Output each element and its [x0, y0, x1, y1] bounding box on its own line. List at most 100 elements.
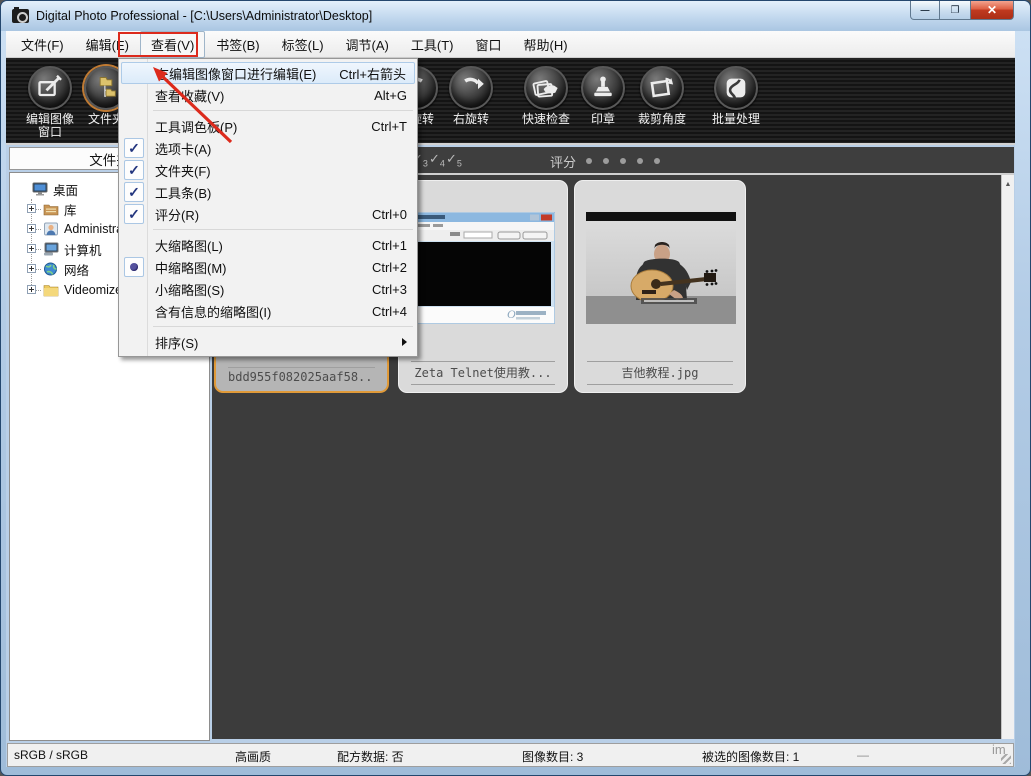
crop-angle-button[interactable]: 裁剪角度: [632, 64, 692, 142]
titlebar: Digital Photo Professional - [C:\Users\A…: [1, 1, 1030, 31]
checkmark-icon: [124, 182, 144, 202]
status-quality: 高画质: [235, 748, 271, 765]
menu-adjust[interactable]: 调节(A): [335, 31, 400, 58]
window-controls: [910, 1, 1014, 20]
tree-item-label: 计算机: [64, 240, 102, 259]
tree-item-computer[interactable]: 计算机: [43, 239, 102, 259]
batch-process-icon: [722, 74, 750, 102]
menu-help[interactable]: 帮助(H): [513, 31, 579, 58]
thumbnail-card[interactable]: 吉他教程.jpg: [574, 180, 746, 393]
libraries-icon: [43, 202, 59, 216]
menu-item-thumbnail-with-info[interactable]: 含有信息的缩略图(I) Ctrl+4: [121, 300, 415, 322]
check-mark-5[interactable]: ✓5: [446, 151, 463, 169]
edit-image-window-button[interactable]: 编辑图像 窗口: [21, 64, 79, 142]
close-button[interactable]: [970, 1, 1014, 20]
submenu-arrow-icon: [402, 338, 407, 346]
rotate-right-button[interactable]: 右旋转: [443, 64, 499, 142]
thumbnail-filename: 吉他教程.jpg: [587, 361, 733, 385]
menu-item-large-thumbnail[interactable]: 大缩略图(L) Ctrl+1: [121, 234, 415, 256]
tree-item-videomize[interactable]: Videomize: [43, 280, 122, 300]
stamp-icon: [589, 74, 617, 102]
menu-bookmark[interactable]: 书签(B): [205, 31, 270, 58]
desktop-icon: [32, 182, 48, 196]
statusbar: sRGB / sRGB 高画质 配方数据: 否 图像数目: 3 被选的图像数目:…: [7, 743, 1014, 767]
vertical-scrollbar[interactable]: ▲: [1001, 175, 1014, 739]
thumbnail-filename: bdd955f082025aaf58...: [228, 367, 375, 384]
menu-item-edit-in-edit-window[interactable]: 在编辑图像窗口进行编辑(E) Ctrl+右箭头: [121, 62, 415, 84]
status-selected-count: 被选的图像数目: 1: [702, 748, 799, 765]
client-area: 文件(F) 编辑(E) 查看(V) 书签(B) 标签(L) 调节(A) 工具(T…: [6, 31, 1015, 767]
shortcut-label: Ctrl+T: [371, 119, 407, 134]
expand-toggle-computer[interactable]: [27, 244, 36, 253]
thumbnail-filename: Zeta Telnet使用教...: [411, 361, 555, 385]
shortcut-label: Ctrl+4: [372, 304, 407, 319]
shortcut-label: Ctrl+2: [372, 260, 407, 275]
rating-label: 评分: [550, 152, 576, 171]
rating-dot[interactable]: [603, 158, 609, 164]
radio-dot-icon: [124, 257, 144, 277]
thumbnail-card[interactable]: O Zeta Telnet使用教...: [398, 180, 568, 393]
folders-icon: [92, 74, 120, 102]
menu-item-rating[interactable]: 评分(R) Ctrl+0: [121, 203, 415, 225]
menu-item-medium-thumbnail[interactable]: 中缩略图(M) Ctrl+2: [121, 256, 415, 278]
computer-icon: [43, 242, 59, 256]
status-color-space: sRGB / sRGB: [14, 748, 88, 762]
shortcut-label: Alt+G: [374, 88, 407, 103]
menu-item-toolbar[interactable]: 工具条(B): [121, 181, 415, 203]
folder-icon: [43, 283, 59, 297]
checkmark-icon: [124, 138, 144, 158]
red-annotation-box: [118, 32, 198, 57]
tree-item-label: 网络: [64, 260, 89, 279]
expand-toggle-videomize[interactable]: [27, 285, 36, 294]
rotate-right-icon: [457, 74, 485, 102]
status-image-count: 图像数目: 3: [522, 748, 583, 765]
checkmark-icon: [124, 160, 144, 180]
expand-toggle-libraries[interactable]: [27, 204, 36, 213]
rating-dot[interactable]: [586, 158, 592, 164]
menu-tools[interactable]: 工具(T): [400, 31, 465, 58]
view-menu-dropdown: 在编辑图像窗口进行编辑(E) Ctrl+右箭头 查看收藏(V) Alt+G 工具…: [118, 58, 418, 357]
app-window: Digital Photo Professional - [C:\Users\A…: [0, 0, 1031, 776]
resize-grip[interactable]: [1001, 754, 1011, 764]
menu-item-sort[interactable]: 排序(S): [121, 331, 415, 353]
shortcut-label: Ctrl+1: [372, 238, 407, 253]
tree-item-network[interactable]: 网络: [43, 259, 89, 279]
tree-item-label: 库: [64, 200, 77, 219]
shortcut-label: Ctrl+右箭头: [339, 64, 406, 83]
menu-file[interactable]: 文件(F): [10, 31, 75, 58]
user-icon: [43, 222, 59, 236]
menu-separator: [153, 229, 413, 230]
tree-item-desktop[interactable]: 桌面: [32, 179, 78, 199]
expand-toggle-network[interactable]: [27, 264, 36, 273]
edit-image-window-icon: [36, 74, 64, 102]
expand-toggle-administrator[interactable]: [27, 224, 36, 233]
batch-process-button[interactable]: 批量处理: [706, 64, 766, 142]
quick-check-icon: [532, 74, 560, 102]
menu-label[interactable]: 标签(L): [271, 31, 335, 58]
rating-dot[interactable]: [637, 158, 643, 164]
svg-text:O: O: [507, 307, 516, 321]
rating-dot[interactable]: [654, 158, 660, 164]
status-dash: —: [857, 748, 869, 762]
network-icon: [43, 262, 59, 276]
menu-item-tabs[interactable]: 选项卡(A): [121, 137, 415, 159]
menu-item-folders[interactable]: 文件夹(F): [121, 159, 415, 181]
tree-item-label: Videomize: [64, 283, 122, 297]
menu-item-view-collection[interactable]: 查看收藏(V) Alt+G: [121, 84, 415, 106]
shortcut-label: Ctrl+0: [372, 207, 407, 222]
tree-item-libraries[interactable]: 库: [43, 199, 77, 219]
app-camera-icon: [12, 9, 29, 23]
crop-angle-icon: [648, 74, 676, 102]
guitar-photo-image: [586, 212, 736, 324]
check-mark-4[interactable]: ✓4: [429, 151, 446, 169]
menu-window[interactable]: 窗口: [464, 31, 512, 58]
quick-check-button[interactable]: 快速检查: [514, 64, 578, 142]
minimize-button[interactable]: [910, 1, 940, 20]
menu-separator: [153, 110, 413, 111]
menu-item-tool-palette[interactable]: 工具调色板(P) Ctrl+T: [121, 115, 415, 137]
menu-item-small-thumbnail[interactable]: 小缩略图(S) Ctrl+3: [121, 278, 415, 300]
rating-dot[interactable]: [620, 158, 626, 164]
scroll-up-icon[interactable]: ▲: [1002, 177, 1014, 191]
stamp-button[interactable]: 印章: [575, 64, 631, 142]
maximize-button[interactable]: [940, 1, 970, 20]
